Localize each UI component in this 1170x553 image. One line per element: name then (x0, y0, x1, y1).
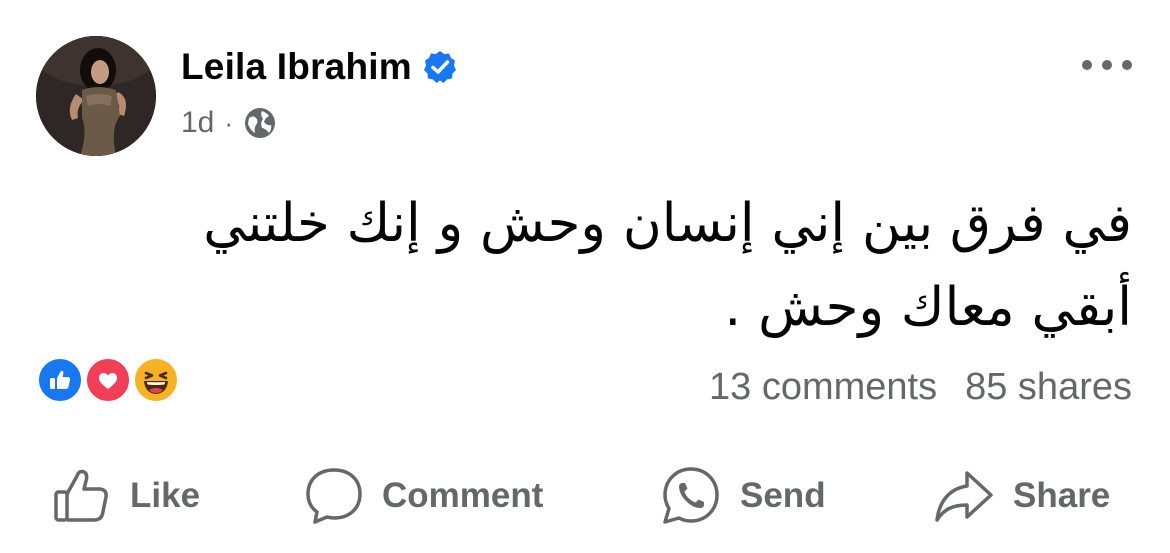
comment-bubble-icon (306, 468, 362, 524)
shares-count[interactable]: 85 shares (965, 366, 1132, 409)
post-text: في فرق بين إني إنسان وحش و إنك خلتني أبق… (72, 182, 1132, 350)
more-options-button[interactable] (1082, 50, 1132, 80)
author-name[interactable]: Leila Ibrahim (181, 46, 412, 88)
share-button-label: Share (1013, 476, 1111, 515)
post-text-line: في فرق بين إني إنسان وحش و إنك خلتني (203, 193, 1132, 254)
send-button[interactable]: Send (660, 460, 826, 532)
share-button[interactable]: Share (933, 460, 1110, 532)
like-reaction-icon (36, 356, 84, 404)
post-text-line: أبقي معاك وحش . (724, 277, 1132, 338)
post-card: Leila Ibrahim 1d · في فرق بين إني إنسان … (0, 0, 1170, 553)
like-button-label: Like (130, 476, 201, 515)
verified-badge-icon (423, 51, 456, 83)
action-bar: Like Comment Send Share (0, 460, 1170, 532)
post-meta: 1d · (181, 106, 277, 140)
author-row: Leila Ibrahim (181, 46, 458, 88)
comment-button-label: Comment (382, 476, 544, 515)
meta-separator: · (224, 107, 234, 138)
comment-button[interactable]: Comment (304, 460, 543, 532)
avatar[interactable] (36, 36, 156, 156)
avatar-photo (36, 36, 156, 156)
share-arrow-icon (935, 471, 993, 522)
more-dot-icon (1102, 60, 1112, 70)
send-button-label: Send (740, 476, 826, 515)
comments-count[interactable]: 13 comments (709, 366, 937, 409)
engagement-counts: 13 comments 85 shares (709, 366, 1132, 409)
haha-reaction-icon (132, 356, 180, 404)
more-dot-icon (1122, 60, 1132, 70)
love-reaction-icon (84, 356, 132, 404)
reaction-summary[interactable] (36, 356, 186, 406)
more-dot-icon (1082, 60, 1092, 70)
thumbs-up-icon (54, 469, 108, 522)
whatsapp-icon (663, 467, 719, 524)
timestamp[interactable]: 1d (181, 106, 214, 140)
globe-icon[interactable] (243, 106, 277, 140)
like-button[interactable]: Like (52, 460, 200, 532)
